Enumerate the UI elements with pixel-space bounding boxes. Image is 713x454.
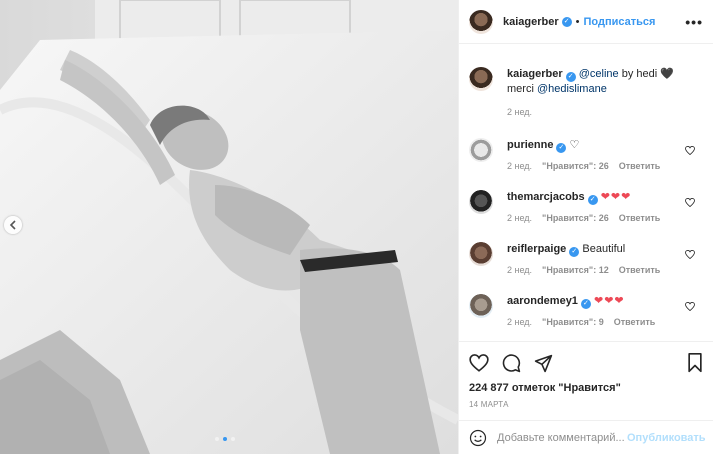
save-bookmark-icon[interactable]: [687, 353, 703, 373]
caption-fragment: merci: [507, 83, 537, 95]
caption-text: kaiagerber ✓ @celine by hedi 🖤 merci @hed…: [507, 67, 703, 96]
caption-username[interactable]: kaiagerber: [507, 68, 563, 80]
comment-time[interactable]: 2 нед.: [507, 265, 532, 275]
post-actions: 224 877 отметок "Нравится" 14 МАРТА: [459, 341, 713, 409]
comment-button-icon[interactable]: [502, 353, 521, 373]
comment-username[interactable]: themarcjacobs: [507, 191, 585, 203]
follow-button[interactable]: Подписаться: [584, 16, 656, 28]
verified-badge-icon: ✓: [556, 143, 567, 153]
comment-text: ♡: [569, 139, 580, 151]
like-comment-icon[interactable]: [685, 197, 695, 210]
comment-username[interactable]: purienne: [507, 139, 553, 151]
verified-badge-icon: ✓: [569, 247, 580, 257]
reply-button[interactable]: Ответить: [619, 213, 661, 223]
comment-likes[interactable]: "Нравится": 12: [542, 265, 609, 275]
comment-time[interactable]: 2 нед.: [507, 161, 532, 171]
emoji-icon[interactable]: [469, 429, 487, 447]
verified-badge-icon: ✓: [580, 299, 591, 309]
avatar[interactable]: [469, 138, 493, 162]
post-date[interactable]: 14 МАРТА: [469, 400, 703, 409]
like-comment-icon[interactable]: [685, 145, 695, 158]
timestamp[interactable]: 2 нед.: [507, 107, 532, 117]
reply-button[interactable]: Ответить: [619, 161, 661, 171]
avatar[interactable]: [469, 190, 493, 214]
comment-text: Beautiful: [582, 243, 626, 255]
comment-likes[interactable]: "Нравится": 9: [542, 317, 604, 327]
reply-button[interactable]: Ответить: [614, 317, 656, 327]
caption: kaiagerber ✓ @celine by hedi 🖤 merci @hed…: [469, 67, 703, 117]
comment-time[interactable]: 2 нед.: [507, 317, 532, 327]
caption-fragment: by hedi: [618, 68, 661, 80]
post-sidebar: kaiagerber ✓ • Подписаться ••• kaiagerbe…: [458, 0, 713, 454]
comment-text: ❤❤❤: [594, 295, 625, 307]
likes-count[interactable]: 224 877 отметок "Нравится": [469, 382, 703, 394]
mention-link[interactable]: @celine: [579, 68, 619, 80]
publish-button[interactable]: Опубликовать: [627, 432, 706, 444]
comment-item: themarcjacobs ✓ ❤❤❤ 2 нед. "Нравится": 26 О…: [469, 190, 703, 223]
comment-time[interactable]: 2 нед.: [507, 213, 532, 223]
mention-link[interactable]: @hedislimane: [537, 83, 607, 95]
comment-text: ❤❤❤: [600, 191, 632, 203]
chevron-left-icon: [9, 220, 16, 230]
carousel-dot-active: [223, 437, 227, 441]
avatar[interactable]: [469, 9, 493, 34]
carousel-prev-button[interactable]: [4, 216, 22, 234]
share-button-icon[interactable]: [534, 354, 553, 373]
verified-badge-icon: ✓: [561, 16, 572, 27]
verified-badge-icon: ✓: [587, 195, 598, 205]
separator: •: [575, 15, 580, 28]
comment-username[interactable]: aarondemey1: [507, 295, 578, 307]
photo-image: [0, 0, 458, 454]
post-header: kaiagerber ✓ • Подписаться •••: [459, 0, 713, 44]
black-heart-emoji: 🖤: [660, 68, 674, 80]
like-comment-icon[interactable]: [685, 301, 695, 314]
instagram-post: kaiagerber ✓ • Подписаться ••• kaiagerbe…: [0, 0, 713, 454]
add-comment-bar: Опубликовать: [459, 420, 713, 454]
avatar[interactable]: [469, 294, 493, 318]
comment-likes[interactable]: "Нравится": 26: [542, 213, 609, 223]
comments-list[interactable]: kaiagerber ✓ @celine by hedi 🖤 merci @hed…: [459, 45, 713, 341]
comment-input[interactable]: [497, 431, 627, 444]
more-options-icon[interactable]: •••: [685, 14, 703, 30]
avatar[interactable]: [469, 67, 493, 91]
carousel-dot: [215, 437, 219, 441]
carousel-dot: [231, 437, 235, 441]
comment-username[interactable]: reiflerpaige: [507, 243, 566, 255]
reply-button[interactable]: Ответить: [619, 265, 661, 275]
like-button-icon[interactable]: [469, 354, 489, 372]
comment-item: aarondemey1 ✓ ❤❤❤ 2 нед. "Нравится": 9 Отве…: [469, 294, 703, 327]
post-photo[interactable]: [0, 0, 458, 454]
like-comment-icon[interactable]: [685, 249, 695, 262]
author-username[interactable]: kaiagerber: [503, 16, 559, 28]
comment-item: reiflerpaige ✓ Beautiful 2 нед. "Нравится"…: [469, 242, 703, 275]
comment-likes[interactable]: "Нравится": 26: [542, 161, 609, 171]
carousel-indicator: [215, 437, 235, 441]
comment-item: purienne ✓ ♡ 2 нед. "Нравится": 26 Ответить: [469, 138, 703, 171]
avatar[interactable]: [469, 242, 493, 266]
verified-badge-icon: ✓: [565, 72, 576, 82]
